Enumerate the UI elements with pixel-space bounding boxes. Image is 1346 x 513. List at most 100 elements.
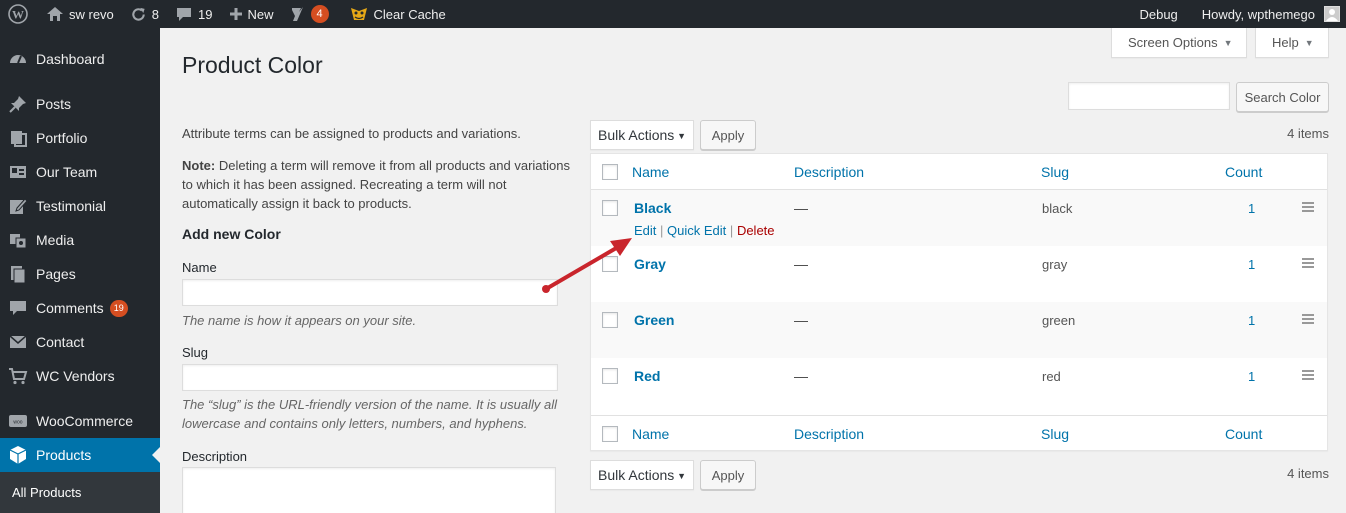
select-all-checkbox[interactable] bbox=[602, 426, 618, 442]
delete-link[interactable]: Delete bbox=[737, 223, 775, 238]
new-content-button[interactable]: New bbox=[221, 0, 282, 28]
row-checkbox[interactable] bbox=[602, 200, 618, 216]
sidebar-item-portfolio[interactable]: Portfolio bbox=[0, 121, 160, 155]
svg-text:woo: woo bbox=[13, 420, 22, 426]
note-body: Deleting a term will remove it from all … bbox=[182, 158, 570, 211]
sidebar-item-products[interactable]: Products bbox=[0, 438, 160, 472]
dashboard-icon bbox=[8, 49, 28, 69]
column-description[interactable]: Description bbox=[794, 164, 864, 180]
add-term-form: Attribute terms can be assigned to produ… bbox=[182, 124, 577, 513]
table-row: Gray — gray 1 bbox=[591, 246, 1327, 302]
drag-handle-icon[interactable] bbox=[1302, 202, 1314, 212]
sidebar-item-contact[interactable]: Contact bbox=[0, 325, 160, 359]
submenu-item-all-products[interactable]: All Products bbox=[12, 485, 81, 500]
column-slug[interactable]: Slug bbox=[1041, 164, 1069, 180]
cart-icon bbox=[8, 366, 28, 386]
search-color-button[interactable]: Search Color bbox=[1236, 82, 1329, 112]
slug-hint: The “slug” is the URL-friendly version o… bbox=[182, 397, 557, 431]
column-slug[interactable]: Slug bbox=[1041, 426, 1069, 442]
howdy-label: Howdy, wpthemego bbox=[1201, 6, 1315, 22]
svg-text:W: W bbox=[12, 8, 24, 22]
term-description: — bbox=[794, 256, 808, 272]
yoast-seo-button[interactable]: 4 bbox=[282, 0, 337, 28]
sidebar-item-wc-vendors[interactable]: WC Vendors bbox=[0, 359, 160, 393]
term-count-link[interactable]: 1 bbox=[1248, 257, 1255, 272]
slug-label: Slug bbox=[182, 345, 209, 360]
comments-button[interactable]: 19 bbox=[167, 0, 220, 28]
search-input[interactable] bbox=[1068, 82, 1230, 110]
help-button[interactable]: Help ▼ bbox=[1255, 28, 1329, 58]
quick-edit-link[interactable]: Quick Edit bbox=[667, 223, 726, 238]
term-name-link[interactable]: Green bbox=[634, 312, 674, 328]
term-count-link[interactable]: 1 bbox=[1248, 201, 1255, 216]
clear-cache-label: Clear Cache bbox=[373, 6, 446, 22]
cache-icon bbox=[350, 8, 367, 20]
updates-button[interactable]: 8 bbox=[122, 0, 167, 28]
sidebar-item-woocommerce[interactable]: woo WooCommerce bbox=[0, 404, 160, 438]
clear-cache-button[interactable]: Clear Cache bbox=[337, 0, 454, 28]
term-count-link[interactable]: 1 bbox=[1248, 313, 1255, 328]
column-count[interactable]: Count bbox=[1225, 164, 1262, 180]
user-icon bbox=[1326, 9, 1338, 21]
note-label: Note: bbox=[182, 158, 216, 173]
row-checkbox[interactable] bbox=[602, 312, 618, 328]
sidebar-item-testimonial[interactable]: Testimonial bbox=[0, 189, 160, 223]
term-name-link[interactable]: Red bbox=[634, 368, 660, 384]
column-name[interactable]: Name bbox=[632, 164, 669, 180]
admin-bar: W sw revo 8 19 New 4 Clear Cache Debug H… bbox=[0, 0, 1346, 28]
sidebar-item-label: Posts bbox=[36, 96, 72, 112]
sidebar-item-dashboard[interactable]: Dashboard bbox=[0, 42, 160, 76]
select-all-checkbox[interactable] bbox=[602, 164, 618, 180]
bulk-actions-label: Bulk Actions bbox=[598, 127, 675, 143]
screen-options-button[interactable]: Screen Options ▼ bbox=[1111, 28, 1247, 58]
drag-handle-icon[interactable] bbox=[1302, 370, 1314, 380]
apply-button-top[interactable]: Apply bbox=[700, 120, 756, 150]
term-count-link[interactable]: 1 bbox=[1248, 369, 1255, 384]
table-row: Green — green 1 bbox=[591, 302, 1327, 358]
apply-label: Apply bbox=[711, 127, 745, 143]
column-description[interactable]: Description bbox=[794, 426, 864, 442]
caret-down-icon: ▼ bbox=[1304, 37, 1314, 48]
search-color-label: Search Color bbox=[1244, 89, 1321, 105]
row-checkbox[interactable] bbox=[602, 368, 618, 384]
items-count-bottom: 4 items bbox=[1287, 466, 1329, 481]
add-new-title: Add new Color bbox=[182, 226, 281, 242]
help-label: Help bbox=[1272, 35, 1299, 50]
updates-count: 8 bbox=[151, 6, 160, 22]
sidebar-item-label: Portfolio bbox=[36, 130, 88, 146]
intro-text: Attribute terms can be assigned to produ… bbox=[182, 126, 521, 141]
bulk-actions-select-bottom[interactable]: Bulk Actions ▼ bbox=[590, 460, 694, 490]
description-field[interactable] bbox=[182, 467, 556, 513]
sidebar-item-label: Testimonial bbox=[36, 198, 107, 214]
sidebar-item-posts[interactable]: Posts bbox=[0, 87, 160, 121]
separator: | bbox=[660, 223, 664, 238]
column-name[interactable]: Name bbox=[632, 426, 669, 442]
sidebar-item-label: Our Team bbox=[36, 164, 98, 180]
table-footer: Name Description Slug Count bbox=[591, 415, 1327, 451]
slug-field[interactable] bbox=[182, 364, 558, 391]
apply-label: Apply bbox=[711, 467, 745, 483]
my-account-button[interactable]: Howdy, wpthemego bbox=[1194, 0, 1346, 28]
debug-button[interactable]: Debug bbox=[1131, 0, 1193, 28]
caret-down-icon: ▼ bbox=[1223, 37, 1233, 48]
column-count[interactable]: Count bbox=[1225, 426, 1262, 442]
sidebar-item-label: Comments bbox=[36, 300, 104, 316]
name-field[interactable] bbox=[182, 279, 558, 306]
drag-handle-icon[interactable] bbox=[1302, 314, 1314, 324]
mail-icon bbox=[8, 332, 28, 352]
name-label: Name bbox=[182, 260, 217, 275]
edit-icon bbox=[8, 196, 28, 216]
term-name-link[interactable]: Black bbox=[634, 200, 671, 216]
drag-handle-icon[interactable] bbox=[1302, 258, 1314, 268]
bulk-actions-select-top[interactable]: Bulk Actions ▼ bbox=[590, 120, 694, 150]
wordpress-logo-button[interactable]: W bbox=[0, 0, 38, 28]
term-slug: green bbox=[1042, 313, 1076, 328]
sidebar-item-our-team[interactable]: Our Team bbox=[0, 155, 160, 189]
media-icon bbox=[8, 230, 28, 250]
sidebar-item-label: Dashboard bbox=[36, 51, 105, 67]
apply-button-bottom[interactable]: Apply bbox=[700, 460, 756, 490]
sidebar-item-media[interactable]: Media bbox=[0, 223, 160, 257]
sidebar-item-comments[interactable]: Comments 19 bbox=[0, 291, 160, 325]
sidebar-item-pages[interactable]: Pages bbox=[0, 257, 160, 291]
site-name-button[interactable]: sw revo bbox=[38, 0, 122, 28]
